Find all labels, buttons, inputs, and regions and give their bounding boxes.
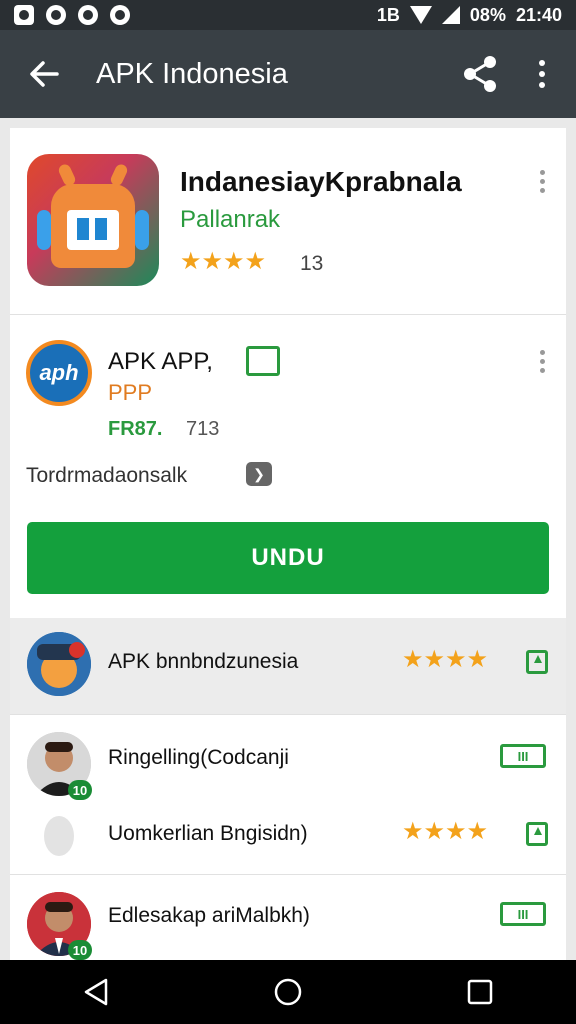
ear-left: [37, 210, 51, 250]
star-rating-text: ★★★★: [402, 646, 489, 673]
star-rating-text: ★★★★: [402, 818, 489, 845]
list-item-title[interactable]: Uomkerlian Bngisidn): [108, 822, 308, 846]
external-link-icon[interactable]: [246, 346, 280, 376]
signal-text: 1B: [376, 4, 400, 25]
overflow-dot: [539, 60, 545, 66]
install-button[interactable]: UNDU: [27, 522, 549, 594]
list-item-rating: ★★★★: [402, 820, 488, 844]
kebab-dot: [539, 179, 545, 184]
avatar[interactable]: [27, 632, 91, 696]
list-item-title[interactable]: Ringelling(Codcanji: [108, 746, 289, 770]
featured-app-rating: ★★★★: [180, 250, 266, 274]
settings-icon: [78, 5, 98, 25]
featured-app-developer[interactable]: Pallanrak: [180, 206, 280, 234]
count-badge: 10: [68, 940, 92, 960]
secondary-app-count: 713: [186, 418, 220, 440]
featured-rating-count: 13: [300, 252, 324, 275]
featured-more-button[interactable]: [532, 170, 552, 200]
overflow-dot: [539, 71, 545, 77]
kebab-dot: [539, 188, 545, 193]
circle-home-icon: [274, 978, 302, 1006]
system-nav-bar: [0, 960, 576, 1024]
ear-right: [135, 210, 149, 250]
download-icon[interactable]: [526, 822, 548, 846]
list-item-title[interactable]: APK bnnbndzunesia: [108, 650, 298, 674]
battery-status-icon[interactable]: III: [500, 744, 546, 768]
back-button[interactable]: [0, 30, 88, 118]
android-robot-icon: [51, 184, 135, 268]
secondary-app-icon[interactable]: aph: [26, 340, 92, 406]
kebab-dot: [539, 368, 545, 373]
triangle-back-icon: [84, 978, 108, 1006]
battery-status-icon[interactable]: III: [500, 902, 546, 926]
battery-percent: 08%: [469, 4, 506, 25]
sync-icon: [46, 5, 66, 25]
secondary-app-title[interactable]: APK APP,: [108, 348, 213, 376]
wifi-icon: [409, 6, 432, 24]
expand-arrow-icon[interactable]: ❯: [246, 462, 272, 486]
clock: 21:40: [515, 4, 562, 25]
kebab-dot: [539, 170, 545, 175]
share-icon: [464, 56, 496, 92]
share-button[interactable]: [456, 52, 504, 96]
secondary-app-description[interactable]: Tordrmadaonsalk: [26, 464, 187, 488]
avatar-placeholder-icon: [44, 816, 74, 856]
page-title: APK Indonesia: [96, 57, 288, 90]
droid-screen: [67, 210, 119, 250]
featured-app-title[interactable]: IndanesiayKprabnala: [180, 166, 462, 198]
person-avatar-icon: [27, 632, 91, 696]
apk-logo-icon: aph: [39, 360, 79, 385]
back-arrow-icon: [30, 61, 59, 87]
kebab-dot: [539, 350, 545, 355]
cell-signal-icon: [441, 6, 460, 24]
nav-back-button[interactable]: [66, 962, 126, 1022]
status-bar: 1B 08% 21:40: [0, 0, 576, 30]
nav-home-button[interactable]: [258, 962, 318, 1022]
overflow-dot: [539, 82, 545, 88]
secondary-app-developer[interactable]: PPP: [108, 380, 152, 406]
secondary-app-price: FR87.: [108, 418, 163, 440]
divider: [10, 714, 566, 715]
count-badge: 10: [68, 780, 92, 800]
nav-recents-button[interactable]: [450, 962, 510, 1022]
photo-icon: [14, 5, 34, 25]
list-item-rating: ★★★★: [402, 648, 488, 672]
square-recents-icon: [467, 979, 493, 1005]
featured-app-icon[interactable]: [27, 154, 159, 286]
download-icon[interactable]: [526, 650, 548, 674]
main-card: IndanesiayKprabnala Pallanrak ★★★★ 13 ap…: [10, 128, 566, 960]
info-icon: [110, 5, 130, 25]
divider: [10, 874, 566, 875]
overflow-menu-button[interactable]: [520, 52, 564, 96]
app-bar: APK Indonesia: [0, 30, 576, 118]
kebab-dot: [539, 359, 545, 364]
divider: [10, 314, 566, 315]
star-rating-text: ★★★★: [180, 248, 267, 275]
list-item-title[interactable]: Edlesakap ariMalbkh): [108, 904, 310, 928]
secondary-more-button[interactable]: [532, 350, 552, 380]
